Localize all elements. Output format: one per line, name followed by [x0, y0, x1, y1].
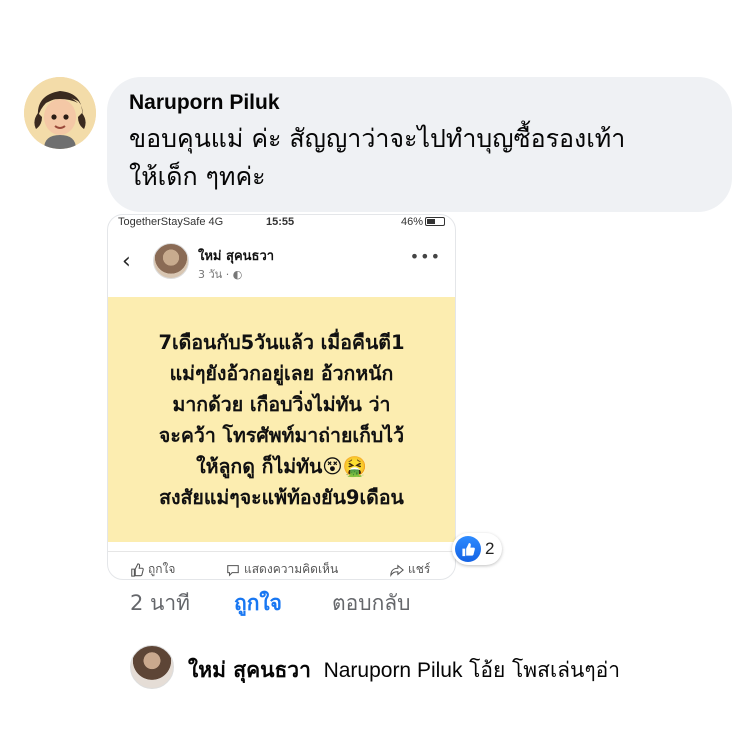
- post-action-bar: ถูกใจ แสดงความคิดเห็น แชร์: [108, 551, 455, 579]
- reply-mention[interactable]: Naruporn Piluk: [324, 659, 463, 682]
- phone-status-bar: TogetherStaySafe 4G 15:55 46%: [108, 215, 455, 231]
- attached-screenshot[interactable]: TogetherStaySafe 4G 15:55 46% ‹ ใหม่ สุค…: [107, 214, 456, 580]
- more-options-icon: •••: [409, 247, 441, 266]
- memoji-avatar-icon: [24, 77, 96, 149]
- battery-percent: 46%: [400, 216, 423, 228]
- battery-icon: [425, 217, 445, 226]
- commenter-avatar[interactable]: [24, 77, 96, 149]
- share-arrow-icon: [390, 564, 404, 577]
- comment-text-line: ขอบคุนแม่ ค่ะ สัญญาว่าจะไปทำบุญซื้อรองเท…: [129, 124, 626, 153]
- like-thumb-icon: [455, 536, 481, 562]
- reply-button[interactable]: ตอบกลับ: [332, 587, 411, 620]
- comment-timestamp[interactable]: 2 นาที: [130, 587, 190, 620]
- thumbs-up-icon: [131, 562, 144, 577]
- post-like-action: ถูกใจ: [130, 560, 175, 579]
- globe-icon: ◐: [232, 268, 243, 281]
- comment-icon: [227, 564, 239, 577]
- reply-avatar[interactable]: [130, 645, 174, 689]
- reaction-count: 2: [485, 539, 495, 558]
- post-comment-action: แสดงความคิดเห็น: [226, 560, 338, 579]
- reaction-summary[interactable]: 2: [452, 533, 503, 565]
- back-chevron-icon: ‹: [122, 249, 131, 274]
- post-body: 7เดือนกับ5วันแล้ว เมื่อคืนตี1 แม่ๆยังอ้ว…: [108, 297, 455, 542]
- post-header: ‹ ใหม่ สุคนธวา 3 วัน · ◐ •••: [108, 237, 455, 297]
- comment-author[interactable]: Naruporn Piluk: [129, 91, 710, 115]
- post-comment-label: แสดงความคิดเห็น: [244, 562, 339, 576]
- poster-name: ใหม่ สุคนธวา: [198, 249, 275, 264]
- comment-bubble: Naruporn Piluk ขอบคุนแม่ ค่ะ สัญญาว่าจะไ…: [107, 77, 732, 212]
- comment-text: ขอบคุนแม่ ค่ะ สัญญาว่าจะไปทำบุญซื้อรองเท…: [129, 120, 710, 196]
- post-share-label: แชร์: [408, 562, 431, 576]
- poster-avatar: [153, 243, 189, 279]
- post-age: 3 วัน ·: [198, 268, 233, 281]
- status-time: 15:55: [266, 216, 295, 228]
- reply-preview[interactable]: ใหม่ สุคนธวา Naruporn Piluk โอ้ย โพสเล่น…: [188, 654, 620, 687]
- carrier-label: TogetherStaySafe 4G: [118, 216, 224, 228]
- like-button[interactable]: ถูกใจ: [234, 587, 282, 620]
- post-share-action: แชร์: [390, 560, 430, 579]
- reply-text: โอ้ย โพสเล่นๆอ่า: [469, 658, 621, 682]
- post-like-label: ถูกใจ: [148, 562, 176, 576]
- battery-indicator: 46%: [401, 216, 445, 228]
- post-text: 7เดือนกับ5วันแล้ว เมื่อคืนตี1 แม่ๆยังอ้ว…: [158, 330, 405, 509]
- comment-thread: Naruporn Piluk ขอบคุนแม่ ค่ะ สัญญาว่าจะไ…: [0, 0, 743, 744]
- comment-text-line: ให้เด็ก ๆทค่ะ: [129, 162, 266, 191]
- post-meta: 3 วัน · ◐: [198, 265, 242, 283]
- reply-author[interactable]: ใหม่ สุคนธวา: [188, 658, 311, 682]
